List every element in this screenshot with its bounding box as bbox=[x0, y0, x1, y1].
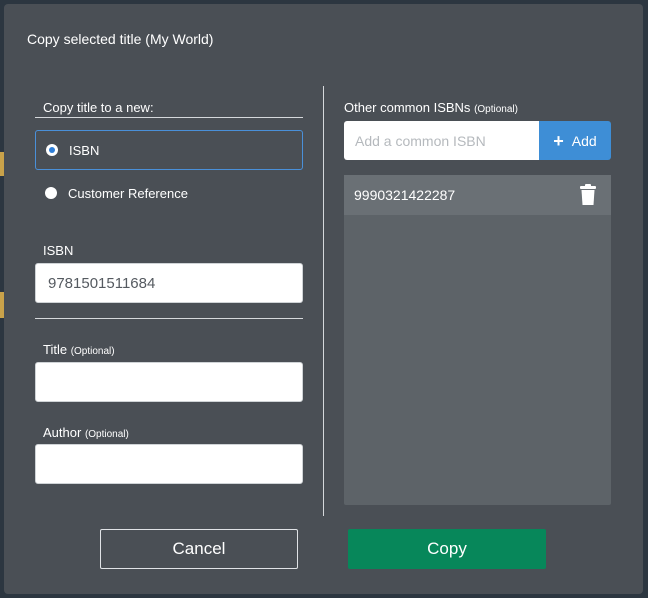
radio-isbn[interactable]: ISBN bbox=[35, 130, 303, 170]
plus-icon: + bbox=[553, 130, 564, 151]
common-isbn-input[interactable] bbox=[344, 121, 540, 160]
title-label-text: Title bbox=[43, 342, 68, 357]
author-input[interactable] bbox=[35, 444, 303, 484]
divider bbox=[35, 117, 303, 118]
list-item: 9990321422287 bbox=[344, 175, 611, 215]
radio-customer-reference-label: Customer Reference bbox=[68, 185, 188, 201]
isbn-input[interactable] bbox=[35, 263, 303, 303]
add-button-label: Add bbox=[571, 132, 597, 149]
copy-button[interactable]: Copy bbox=[348, 529, 546, 569]
radio-unchecked-icon[interactable] bbox=[45, 187, 57, 199]
common-isbns-label: Other common ISBNs (Optional) bbox=[344, 100, 518, 115]
common-isbns-optional-hint: (Optional) bbox=[474, 104, 518, 115]
author-label-text: Author bbox=[43, 425, 82, 440]
add-isbn-button[interactable]: + Add bbox=[539, 121, 611, 160]
isbn-field-label: ISBN bbox=[43, 243, 74, 258]
copy-to-label: Copy title to a new: bbox=[43, 100, 154, 115]
dialog-title: Copy selected title (My World) bbox=[27, 31, 214, 47]
cancel-button[interactable]: Cancel bbox=[100, 529, 298, 569]
isbn-item-value: 9990321422287 bbox=[354, 187, 456, 203]
copy-title-dialog: Copy selected title (My World) Copy titl… bbox=[4, 4, 643, 594]
common-isbn-list: 9990321422287 bbox=[344, 175, 611, 505]
radio-checked-icon[interactable] bbox=[46, 144, 58, 156]
divider bbox=[35, 318, 303, 319]
column-divider bbox=[323, 86, 324, 516]
author-field-label: Author (Optional) bbox=[43, 425, 129, 440]
common-isbns-label-text: Other common ISBNs bbox=[344, 100, 471, 115]
title-field-label: Title (Optional) bbox=[43, 342, 115, 357]
title-optional-hint: (Optional) bbox=[70, 346, 115, 357]
radio-isbn-label: ISBN bbox=[69, 142, 100, 158]
trash-icon[interactable] bbox=[579, 184, 597, 206]
author-optional-hint: (Optional) bbox=[84, 429, 129, 440]
radio-customer-reference[interactable]: Customer Reference bbox=[35, 173, 303, 213]
title-input[interactable] bbox=[35, 362, 303, 402]
